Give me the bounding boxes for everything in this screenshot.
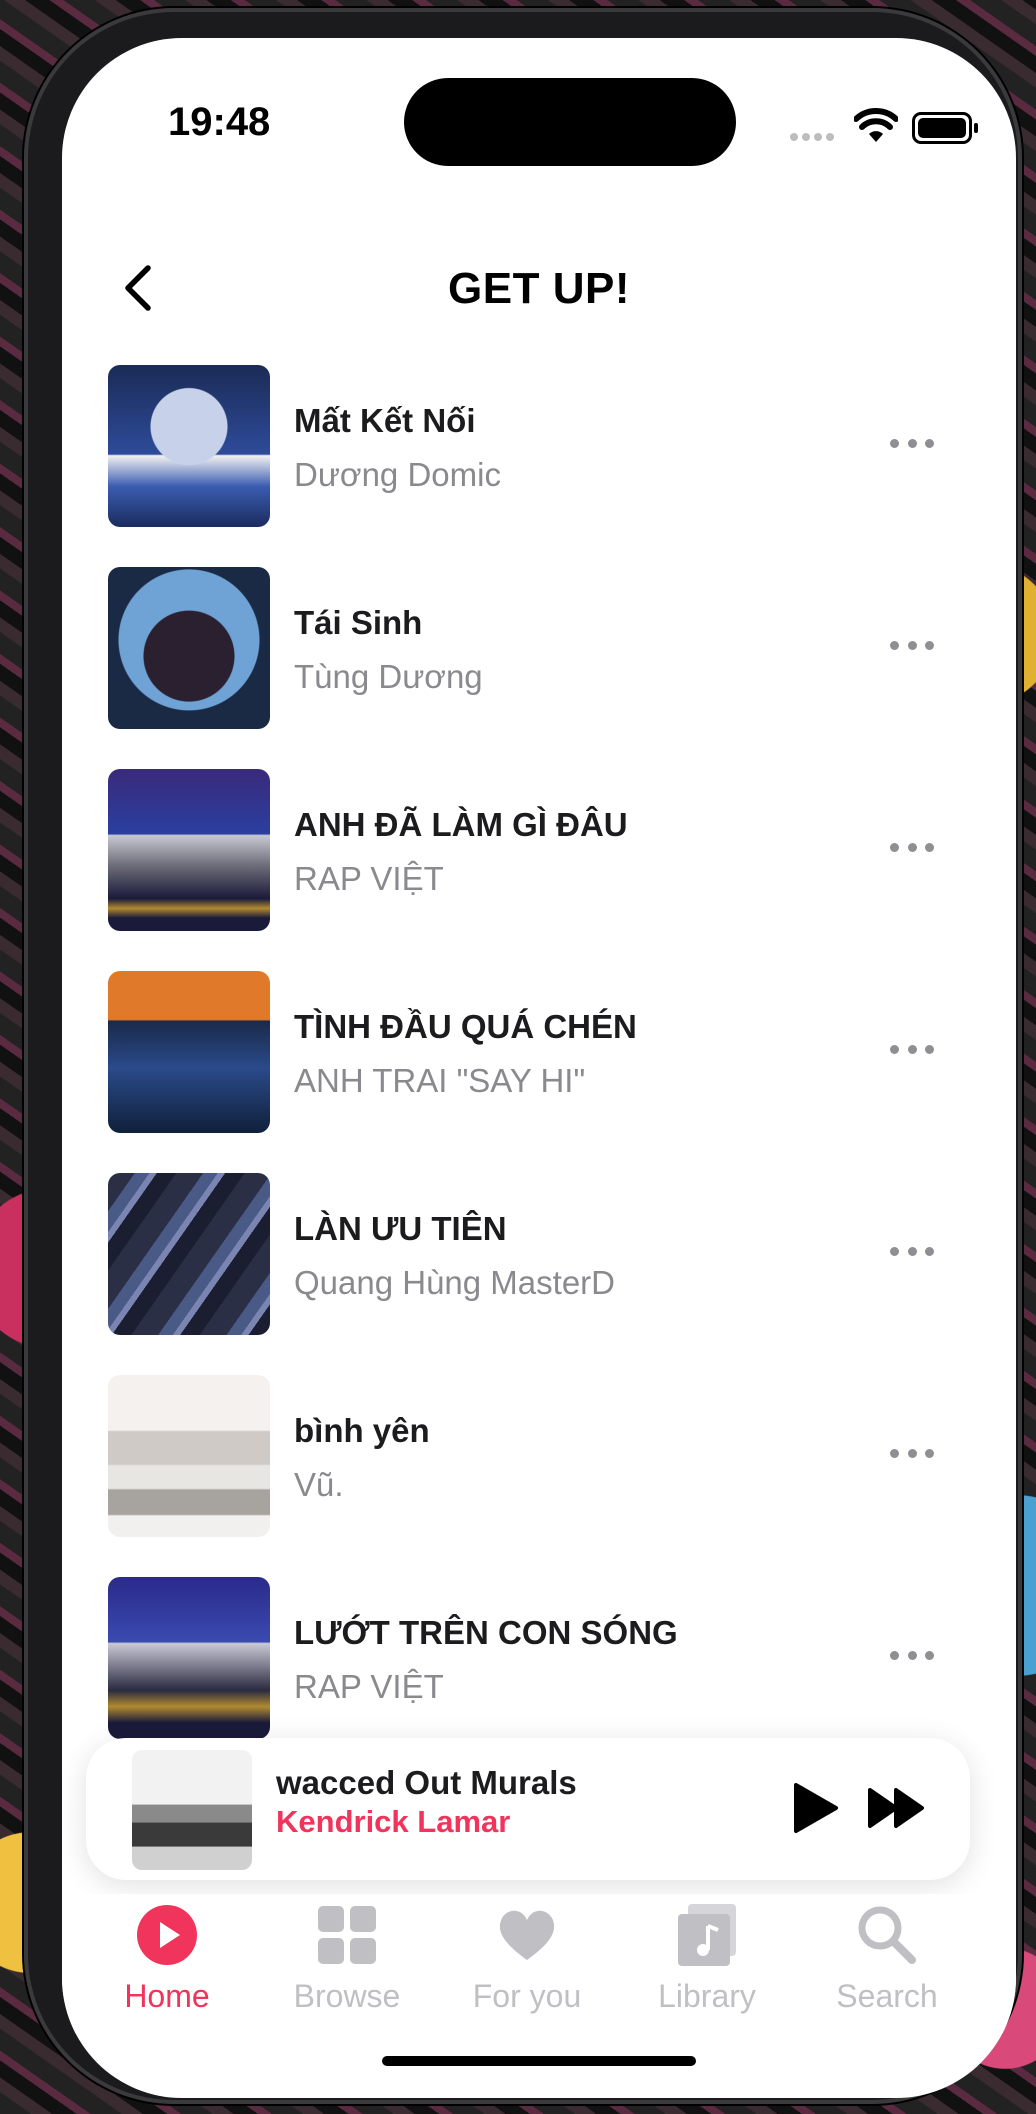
ellipsis-icon [890, 1246, 899, 1256]
dynamic-island [404, 78, 736, 166]
page-title: GET UP! [448, 264, 630, 313]
home-indicator[interactable] [382, 2056, 696, 2066]
album-art [108, 769, 270, 931]
tab-label: Search [836, 1978, 938, 2014]
search-icon [858, 1906, 916, 1964]
album-art [108, 1375, 270, 1537]
status-time: 19:48 [168, 100, 271, 144]
more-options-button[interactable] [882, 1236, 942, 1266]
more-options-button[interactable] [882, 1034, 942, 1064]
more-options-button[interactable] [882, 1438, 942, 1468]
song-row[interactable]: Mất Kết Nối Dương Domic [62, 338, 1016, 540]
now-playing-title: wacced Out Murals [276, 1764, 577, 1801]
song-row[interactable]: LÀN ƯU TIÊN Quang Hùng MasterD [62, 1146, 1016, 1348]
song-title: ANH ĐÃ LÀM GÌ ĐÂU [294, 806, 628, 843]
song-artist: ANH TRAI "SAY HI" [294, 1062, 586, 1099]
ellipsis-icon [890, 640, 899, 650]
ellipsis-icon [890, 1448, 899, 1458]
song-title: Tái Sinh [294, 604, 423, 641]
song-list: Mất Kết Nối Dương Domic Tái Sinh Tùng Dư… [62, 338, 1016, 1752]
tab-label: For you [472, 1978, 582, 2014]
ellipsis-icon [890, 1044, 899, 1054]
album-art [108, 971, 270, 1133]
song-row[interactable]: LƯỚT TRÊN CON SÓNG RAP VIỆT [62, 1550, 1016, 1752]
battery-icon [912, 112, 978, 144]
tab-label: Library [658, 1978, 756, 2014]
tab-home[interactable]: Home [82, 1900, 252, 2020]
song-artist: Vũ. [294, 1466, 344, 1503]
heart-icon [499, 1910, 555, 1960]
now-playing-album-art [132, 1750, 252, 1870]
play-icon [794, 1783, 838, 1833]
fast-forward-icon [868, 1788, 924, 1828]
more-options-button[interactable] [882, 1640, 942, 1670]
song-artist: RAP VIỆT [294, 860, 444, 897]
tab-browse[interactable]: Browse [262, 1900, 432, 2020]
song-row[interactable]: TÌNH ĐẦU QUÁ CHÉN ANH TRAI "SAY HI" [62, 944, 1016, 1146]
song-row[interactable]: ANH ĐÃ LÀM GÌ ĐÂU RAP VIỆT [62, 742, 1016, 944]
library-icon [678, 1904, 736, 1966]
now-playing-artist: Kendrick Lamar [276, 1804, 511, 1839]
song-title: TÌNH ĐẦU QUÁ CHÉN [294, 1008, 637, 1045]
play-button[interactable] [786, 1780, 842, 1836]
song-title: Mất Kết Nối [294, 402, 476, 439]
more-options-button[interactable] [882, 428, 942, 458]
app-screen: 19:48 GET UP! Mất Kết Nối Dương Domic Tá… [62, 38, 1016, 2098]
song-artist: Dương Domic [294, 456, 501, 493]
song-artist: Tùng Dương [294, 658, 483, 695]
home-icon [137, 1905, 197, 1965]
song-title: LÀN ƯU TIÊN [294, 1210, 507, 1247]
ellipsis-icon [890, 438, 899, 448]
wifi-icon [854, 108, 898, 142]
more-options-button[interactable] [882, 832, 942, 862]
song-row[interactable]: bình yên Vũ. [62, 1348, 1016, 1550]
ellipsis-icon [890, 842, 899, 852]
tab-library[interactable]: Library [622, 1900, 792, 2020]
song-title: bình yên [294, 1412, 430, 1449]
album-art [108, 1173, 270, 1335]
grid-icon [318, 1906, 376, 1964]
navigation-header: GET UP! [62, 238, 1016, 338]
tab-label: Browse [293, 1978, 401, 2014]
status-indicators [744, 108, 984, 148]
tab-label: Home [124, 1978, 210, 2014]
phone-frame: 19:48 GET UP! Mất Kết Nối Dương Domic Tá… [24, 8, 1022, 2104]
song-artist: Quang Hùng MasterD [294, 1264, 615, 1301]
song-title: LƯỚT TRÊN CON SÓNG [294, 1614, 678, 1651]
next-track-button[interactable] [866, 1782, 926, 1834]
tab-for-you[interactable]: For you [442, 1900, 612, 2020]
song-artist: RAP VIỆT [294, 1668, 444, 1705]
mini-player[interactable]: wacced Out Murals Kendrick Lamar [86, 1738, 970, 1880]
album-art [108, 365, 270, 527]
ellipsis-icon [890, 1650, 899, 1660]
tab-search[interactable]: Search [802, 1900, 972, 2020]
album-art [108, 1577, 270, 1739]
album-art [108, 567, 270, 729]
song-row[interactable]: Tái Sinh Tùng Dương [62, 540, 1016, 742]
more-options-button[interactable] [882, 630, 942, 660]
tab-bar: Home Browse For you Library Search [62, 1894, 1016, 2034]
cellular-signal-icon [790, 128, 838, 146]
